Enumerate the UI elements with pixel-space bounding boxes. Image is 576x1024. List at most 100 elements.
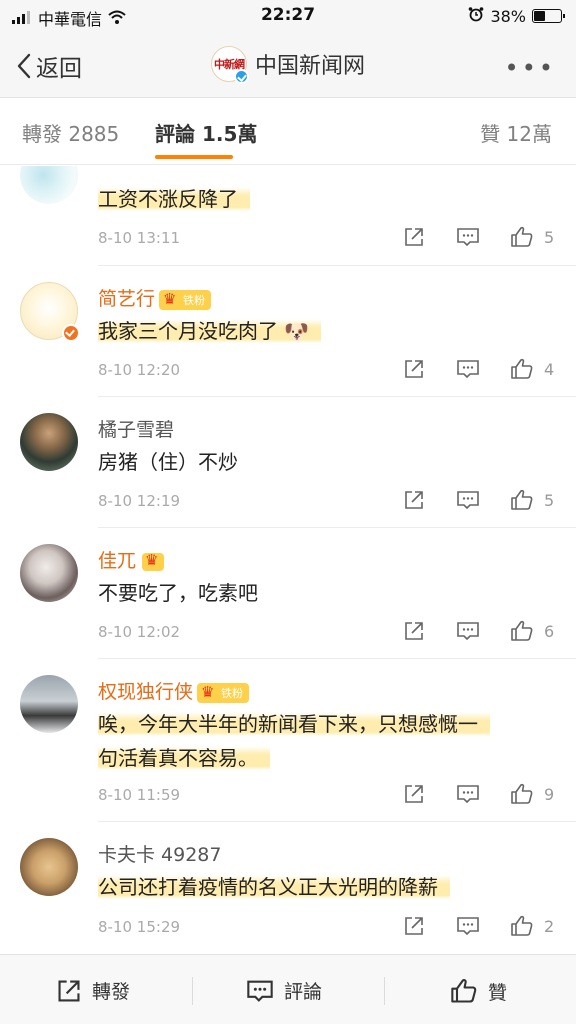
comment-text: 我家三个月没吃肉了 🐶 <box>98 314 322 348</box>
comment-text: 唉，今年大半年的新闻看下来，只想感慨一 <box>98 707 490 741</box>
battery-percent: 38% <box>490 6 526 26</box>
account-header[interactable]: 中新網 中国新闻网 <box>0 46 576 84</box>
like-count: 4 <box>544 359 555 379</box>
comment-username[interactable]: 权现独行侠铁粉 <box>98 677 250 704</box>
comment-text-line1: 唉，今年大半年的新闻看下来，只想感慨一 <box>98 712 490 736</box>
repost-icon[interactable] <box>400 356 428 382</box>
comment-username-text: 简艺行 <box>98 288 156 310</box>
like-count: 6 <box>544 621 555 641</box>
battery-icon <box>532 9 565 23</box>
comment-time: 8-10 13:11 <box>98 229 181 247</box>
avatar[interactable] <box>20 544 78 602</box>
avatar[interactable] <box>20 413 78 471</box>
like-icon[interactable] <box>508 618 536 644</box>
repost-icon[interactable] <box>400 224 428 250</box>
comment-icon <box>247 980 273 1002</box>
account-logo: 中新網 <box>210 46 249 84</box>
like-label: 贊 <box>488 981 508 1004</box>
tab-comments[interactable]: 評論 1.5萬 <box>155 118 257 147</box>
repost-icon[interactable] <box>400 618 428 644</box>
repost-label: 轉發 <box>92 981 131 1003</box>
tab-likes[interactable]: 贊 12萬 <box>480 118 552 147</box>
comment-icon[interactable] <box>454 913 482 939</box>
like-icon[interactable] <box>508 781 536 807</box>
comment-actions: 4 <box>374 356 556 382</box>
vip-crown-icon <box>142 551 165 571</box>
comment-actions: 2 <box>374 913 556 939</box>
comment-text-content: 工资不涨反降了 <box>98 187 250 211</box>
doge-emoji-icon: 🐶 <box>284 319 310 343</box>
comment-item: 橘子雪碧 房猪（住）不炒 8-10 12:19 5 <box>0 397 576 528</box>
like-icon <box>451 979 477 1003</box>
like-count: 9 <box>544 784 555 804</box>
repost-button[interactable]: 轉發 <box>56 977 130 1004</box>
like-icon[interactable] <box>508 356 536 382</box>
repost-icon[interactable] <box>400 781 428 807</box>
comment-username[interactable]: 橘子雪碧 <box>98 415 174 442</box>
repost-icon <box>58 979 80 1002</box>
comment-text: 句活着真不容易。 <box>98 741 270 775</box>
divider <box>384 977 385 1005</box>
comment-text: 公司还打着疫情的名义正大光明的降薪 <box>98 870 450 904</box>
comment-text-content: 我家三个月没吃肉了 <box>98 319 278 343</box>
alarm-icon <box>468 6 484 26</box>
repost-icon[interactable] <box>400 487 428 513</box>
comment-time: 8-10 15:29 <box>98 918 181 936</box>
like-count: 5 <box>544 227 555 247</box>
comment-time: 8-10 12:02 <box>98 623 181 641</box>
divider <box>192 977 193 1005</box>
tab-bar: 轉發 2885 評論 1.5萬 贊 12萬 <box>0 98 576 165</box>
like-icon[interactable] <box>508 224 536 250</box>
bottom-action-bar: 轉發 評論 贊 <box>0 954 576 1024</box>
comment-time: 8-10 11:59 <box>98 786 181 804</box>
comment-username[interactable]: 简艺行铁粉 <box>98 284 212 311</box>
comment-text: 不要吃了，吃素吧 <box>98 581 258 605</box>
like-count: 5 <box>544 490 555 510</box>
comment-text-content: 公司还打着疫情的名义正大光明的降薪 <box>98 875 450 899</box>
comment-item: 卡夫卡 49287 公司还打着疫情的名义正大光明的降薪 8-10 15:29 2 <box>0 822 576 954</box>
avatar[interactable] <box>20 838 78 896</box>
like-icon[interactable] <box>508 487 536 513</box>
comment-button[interactable]: 評論 <box>246 977 322 1004</box>
comment-text: 工资不涨反降了 <box>98 182 250 216</box>
comment-username-text: 佳兀 <box>98 550 137 572</box>
verified-icon <box>233 69 249 84</box>
comment-actions: 5 <box>374 224 556 250</box>
like-icon[interactable] <box>508 913 536 939</box>
comment-icon[interactable] <box>454 356 482 382</box>
comment-time: 8-10 12:20 <box>98 361 181 379</box>
comment-icon[interactable] <box>454 487 482 513</box>
repost-icon[interactable] <box>400 913 428 939</box>
more-dots-icon[interactable]: ••• <box>505 54 556 82</box>
comment-icon[interactable] <box>454 781 482 807</box>
like-button[interactable]: 贊 <box>450 977 507 1005</box>
avatar[interactable] <box>20 166 78 204</box>
comment-item: 权现独行侠铁粉 唉，今年大半年的新闻看下来，只想感慨一 句活着真不容易。 8-1… <box>0 659 576 822</box>
iron-fan-badge: 铁粉 <box>159 289 212 310</box>
comment-item: 工资不涨反降了 8-10 13:11 5 <box>0 166 576 266</box>
comment-text: 房猪（住）不炒 <box>98 450 238 474</box>
comment-icon[interactable] <box>454 618 482 644</box>
comment-username-text: 权现独行侠 <box>98 681 194 703</box>
status-bar: 中華電信 22:27 38% <box>0 0 576 32</box>
iron-fan-badge: 铁粉 <box>197 682 250 703</box>
comment-item: 佳兀 不要吃了，吃素吧 8-10 12:02 6 <box>0 528 576 659</box>
comment-username[interactable]: 卡夫卡 49287 <box>98 840 221 867</box>
comment-icon[interactable] <box>454 224 482 250</box>
comment-actions: 9 <box>374 781 556 807</box>
verified-icon <box>62 324 80 342</box>
comment-actions: 6 <box>374 618 556 644</box>
comment-label: 評論 <box>284 981 323 1003</box>
comment-text-line2: 句活着真不容易。 <box>98 746 270 770</box>
comment-actions: 5 <box>374 487 556 513</box>
comment-username[interactable]: 佳兀 <box>98 546 165 573</box>
active-tab-indicator <box>155 155 233 159</box>
comment-time: 8-10 12:19 <box>98 492 181 510</box>
page-title: 中国新闻网 <box>254 54 365 79</box>
comment-list[interactable]: 工资不涨反降了 8-10 13:11 5 简艺行铁粉 我家三个月没吃肉了 🐶 8… <box>0 166 576 954</box>
like-count: 2 <box>544 916 555 936</box>
tab-repost[interactable]: 轉發 2885 <box>22 118 119 147</box>
comment-item: 简艺行铁粉 我家三个月没吃肉了 🐶 8-10 12:20 4 <box>0 266 576 397</box>
avatar[interactable] <box>20 675 78 733</box>
nav-bar: 返回 中新網 中国新闻网 ••• <box>0 32 576 98</box>
